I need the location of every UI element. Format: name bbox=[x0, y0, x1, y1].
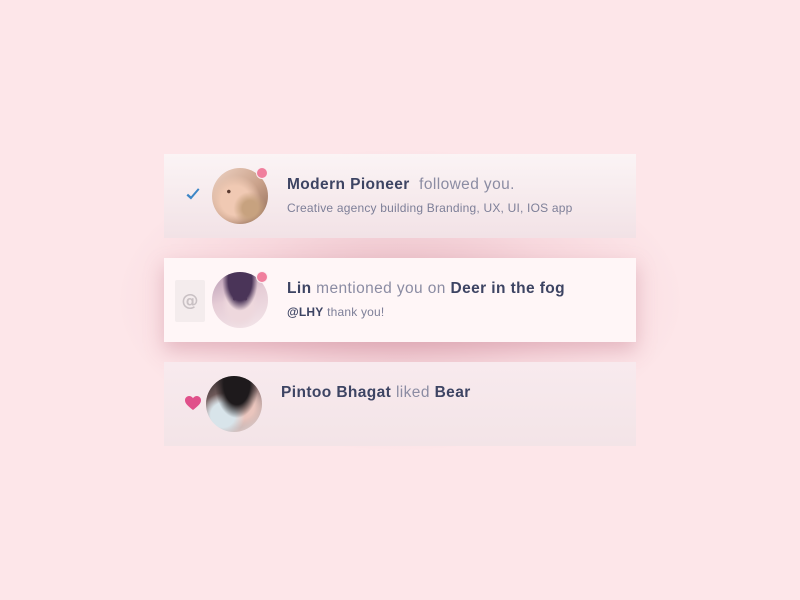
at-sign-icon: @ bbox=[175, 280, 205, 322]
notification-card-like[interactable]: Pintoo Bhagat liked Bear bbox=[164, 362, 636, 446]
heart-icon bbox=[178, 388, 208, 418]
mention-message: @LHY thank you! bbox=[287, 305, 384, 319]
target-link[interactable]: Bear bbox=[435, 384, 471, 401]
avatar[interactable] bbox=[206, 376, 262, 432]
action-text: liked bbox=[395, 384, 430, 401]
notification-card-follow[interactable]: Modern Pioneer followed you. Creative ag… bbox=[164, 154, 636, 238]
mention-handle[interactable]: @LHY bbox=[287, 305, 324, 319]
actor-name[interactable]: Lin bbox=[287, 280, 311, 297]
message-text: thank you! bbox=[327, 305, 385, 319]
at-sign-glyph: @ bbox=[181, 291, 199, 311]
target-link[interactable]: Deer in the fog bbox=[451, 280, 566, 297]
action-text: mentioned you on bbox=[316, 280, 446, 297]
unread-dot bbox=[256, 167, 268, 179]
notification-text: Lin mentioned you on Deer in the fog bbox=[287, 280, 565, 298]
notification-text: Pintoo Bhagat liked Bear bbox=[281, 384, 471, 402]
checkmark-icon bbox=[178, 180, 208, 210]
notification-subtitle: Creative agency building Branding, UX, U… bbox=[287, 201, 573, 215]
notification-text: Modern Pioneer followed you. bbox=[287, 176, 515, 194]
action-text: followed you. bbox=[419, 176, 515, 193]
actor-name[interactable]: Modern Pioneer bbox=[287, 176, 410, 193]
unread-dot bbox=[256, 271, 268, 283]
notification-card-mention[interactable]: @ Lin mentioned you on Deer in the fog @… bbox=[164, 258, 636, 342]
actor-name[interactable]: Pintoo Bhagat bbox=[281, 384, 391, 401]
